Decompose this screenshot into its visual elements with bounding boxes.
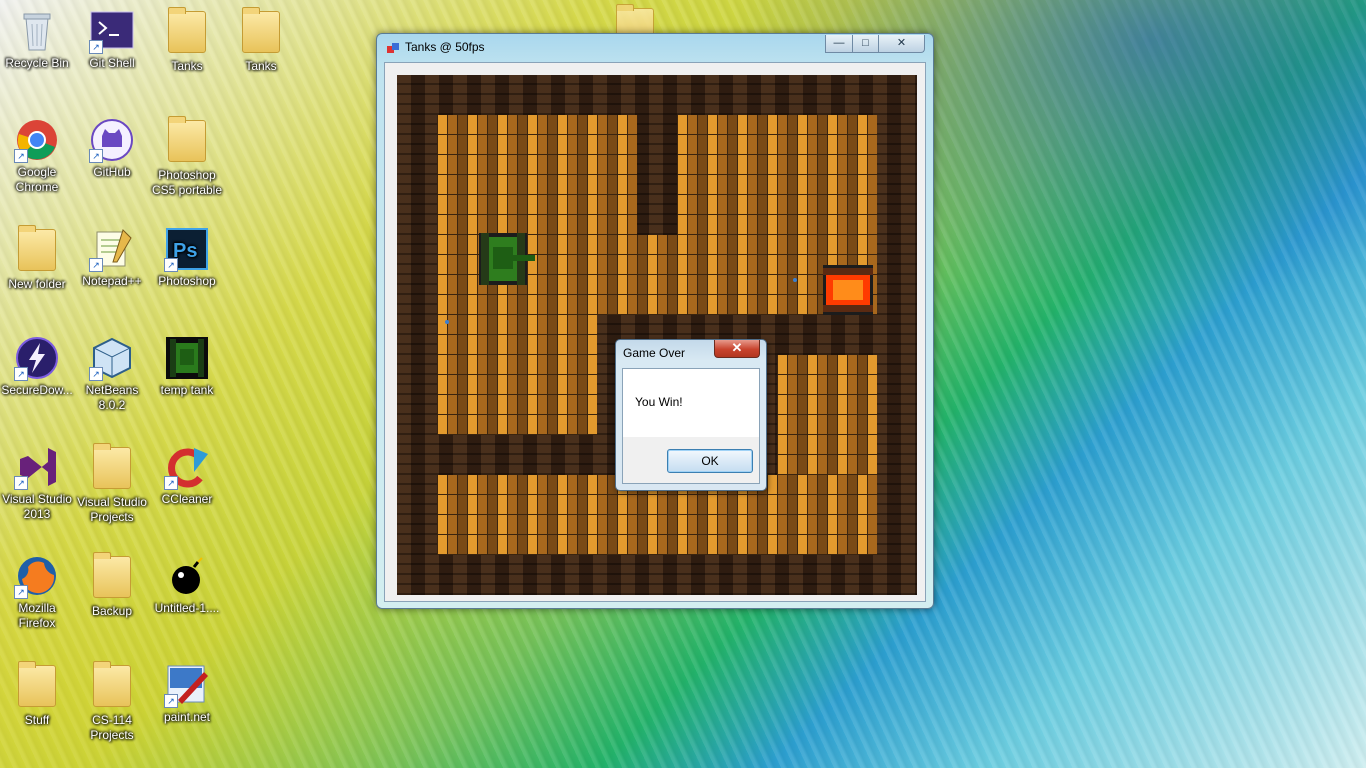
desktop-icon-git-shell[interactable]: ↗ Git Shell: [75, 8, 149, 71]
desktop-icon-firefox[interactable]: ↗ Mozilla Firefox: [0, 553, 74, 631]
github-icon: ↗: [89, 117, 135, 163]
desktop-icon-google-chrome[interactable]: ↗ Google Chrome: [0, 117, 74, 195]
shortcut-arrow-icon: ↗: [89, 258, 103, 272]
photoshop-icon: Ps ↗: [164, 226, 210, 272]
notepadpp-icon: ↗: [89, 226, 135, 272]
desktop-icon-github[interactable]: ↗ GitHub: [75, 117, 149, 180]
folder-icon: [14, 661, 60, 711]
desktop-icon-netbeans[interactable]: ↗ NetBeans 8.0.2: [75, 335, 149, 413]
desktop-icon-label: GitHub: [93, 165, 131, 179]
desktop-icon-tanks-folder[interactable]: Tanks: [150, 7, 224, 74]
desktop-icon-label: Untitled-1....: [154, 601, 220, 615]
ok-button[interactable]: OK: [667, 449, 753, 473]
desktop-icon-tanks-zip[interactable]: Tanks: [224, 7, 298, 74]
folder-icon: [89, 661, 135, 711]
desktop-icon-label: paint.net: [163, 710, 211, 724]
desktop-icon-label: Git Shell: [89, 56, 135, 70]
folder-icon: [89, 443, 135, 493]
desktop-icon-label: Recycle Bin: [5, 56, 69, 70]
projectile: [793, 278, 797, 282]
desktop-icon-paintnet[interactable]: ↗ paint.net: [150, 662, 224, 725]
desktop-icon-label: CS-114 Projects: [90, 713, 134, 742]
shortcut-arrow-icon: ↗: [89, 40, 103, 54]
desktop-icon-label: Mozilla Firefox: [18, 601, 56, 630]
dialog-message-area: You Win!: [623, 369, 759, 437]
desktop-icon-label: Photoshop: [158, 274, 216, 288]
maximize-button[interactable]: □: [852, 35, 879, 53]
desktop-icon-securedownload[interactable]: ↗ SecureDow...: [0, 335, 74, 398]
desktop-icon-label: Stuff: [24, 713, 50, 727]
desktop-icon-label: New folder: [8, 277, 66, 291]
floor-tile-region: [437, 115, 637, 235]
dialog-message: You Win!: [635, 395, 683, 409]
dialog-body: You Win! OK: [622, 368, 760, 484]
tank-image-icon: [164, 335, 210, 381]
desktop-icon-label: Visual Studio Projects: [77, 495, 147, 524]
desktop-icon-temp-tank[interactable]: temp tank: [150, 335, 224, 398]
desktop-icon-label: Photoshop CS5 portable: [151, 168, 223, 197]
shortcut-arrow-icon: ↗: [14, 476, 28, 490]
desktop-icon-visual-studio-projects[interactable]: Visual Studio Projects: [75, 443, 149, 525]
lightning-icon: ↗: [14, 335, 60, 381]
desktop-icon-label: Google Chrome: [15, 165, 59, 194]
player-tank: [479, 233, 535, 290]
shortcut-arrow-icon: ↗: [14, 149, 28, 163]
shortcut-arrow-icon: ↗: [14, 367, 28, 381]
dialog-close-button[interactable]: ✕: [714, 340, 760, 358]
dialog-title: Game Over: [623, 346, 686, 360]
shortcut-arrow-icon: ↗: [89, 149, 103, 163]
desktop-icon-untitled[interactable]: Untitled-1....: [150, 553, 224, 616]
desktop-icon-label: temp tank: [160, 383, 214, 397]
desktop-icon-stuff[interactable]: Stuff: [0, 661, 74, 728]
paintnet-icon: ↗: [164, 662, 210, 708]
netbeans-icon: ↗: [89, 335, 135, 381]
visual-studio-icon: ↗: [14, 444, 60, 490]
bomb-icon: [164, 553, 210, 599]
desktop-icon-label: Backup: [91, 604, 133, 618]
desktop-icon-label: Tanks: [171, 59, 203, 73]
chrome-icon: ↗: [14, 117, 60, 163]
desktop-icon-backup[interactable]: Backup: [75, 552, 149, 619]
folder-icon: [164, 7, 210, 57]
desktop-icon-ccleaner[interactable]: ↗ CCleaner: [150, 444, 224, 507]
shortcut-arrow-icon: ↗: [14, 585, 28, 599]
floor-tile-region: [437, 315, 597, 435]
desktop-icon-label: Visual Studio 2013: [2, 492, 72, 521]
window-client-area: [384, 62, 926, 602]
window-title: Tanks @ 50fps: [405, 40, 485, 54]
desktop-icon-label: SecureDow...: [1, 383, 73, 397]
ccleaner-icon: ↗: [164, 444, 210, 490]
shortcut-arrow-icon: ↗: [164, 694, 178, 708]
zip-folder-icon: [238, 7, 284, 57]
game-over-dialog[interactable]: Game Over ✕ You Win! OK: [615, 339, 767, 491]
folder-icon: [14, 225, 60, 275]
desktop-icon-new-folder[interactable]: New folder: [0, 225, 74, 292]
window-close-button[interactable]: ✕: [878, 35, 925, 53]
minimize-button[interactable]: —: [825, 35, 853, 53]
terminal-icon: ↗: [89, 8, 135, 54]
folder-icon: [89, 552, 135, 602]
recycle-bin-icon: [14, 8, 60, 54]
tanks-window[interactable]: Tanks @ 50fps — □ ✕: [376, 33, 934, 609]
enemy-tank: [823, 265, 873, 320]
desktop-icon-notepadpp[interactable]: ↗ Notepad++: [75, 226, 149, 289]
shortcut-arrow-icon: ↗: [164, 258, 178, 272]
game-canvas[interactable]: [397, 75, 917, 595]
shortcut-arrow-icon: ↗: [164, 476, 178, 490]
desktop-icon-label: NetBeans 8.0.2: [85, 383, 139, 412]
app-icon: [387, 42, 399, 54]
desktop-icon-photoshop[interactable]: Ps ↗ Photoshop: [150, 226, 224, 289]
desktop-icon-photoshop-portable[interactable]: Photoshop CS5 portable: [150, 116, 224, 198]
shortcut-arrow-icon: ↗: [89, 367, 103, 381]
desktop-icon-visual-studio[interactable]: ↗ Visual Studio 2013: [0, 444, 74, 522]
desktop-icon-recycle-bin[interactable]: Recycle Bin: [0, 8, 74, 71]
desktop-icon-label: Tanks: [245, 59, 277, 73]
desktop-icon-label: CCleaner: [161, 492, 213, 506]
projectile: [445, 320, 449, 324]
firefox-icon: ↗: [14, 553, 60, 599]
folder-icon: [164, 116, 210, 166]
desktop-icon-cs114-projects[interactable]: CS-114 Projects: [75, 661, 149, 743]
desktop-icon-label: Notepad++: [82, 274, 142, 288]
